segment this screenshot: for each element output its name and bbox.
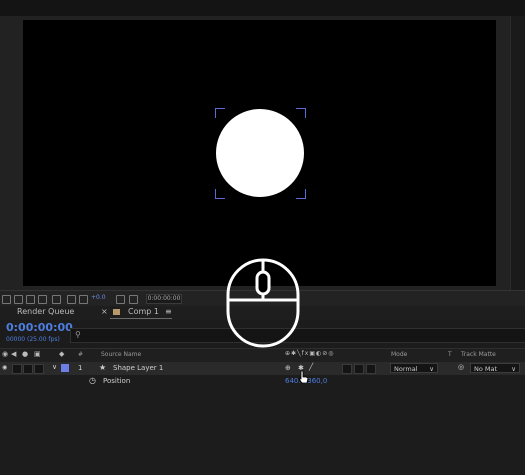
tab-comp-1[interactable]: Comp 1 [128,307,159,316]
channel-icon[interactable] [52,295,61,304]
show-snapshot-icon[interactable] [129,295,138,304]
mouse-icon [226,258,300,348]
property-name: Position [103,377,131,385]
mode-dropdown[interactable]: Normal ∨ [390,363,438,373]
selection-corner-br [296,189,306,199]
current-timecode[interactable]: 0:00:00:00 [6,321,73,334]
track-matte-dropdown[interactable]: No Mat ∨ [470,363,520,373]
viewer-top-bar [0,0,525,17]
resolution-icon[interactable] [67,295,76,304]
property-row [0,375,525,388]
column-mode[interactable]: Mode [391,351,407,358]
chevron-down-icon[interactable]: ∨ [52,363,57,371]
tab-render-queue[interactable]: Render Queue [17,307,74,316]
comp-icon [113,309,120,315]
switches-icons: ⊕✱╲fx▣◐⊘◎ [285,350,335,357]
column-track-matte[interactable]: Track Matte [461,351,496,358]
layer-index: 1 [78,364,83,372]
audio-switch[interactable] [12,364,22,374]
speaker-icon[interactable]: ◀ [11,350,16,358]
column-source-name[interactable]: Source Name [101,351,141,358]
tab-comp-underline [110,318,172,319]
timeline-body [0,388,525,475]
motion-blur-switch[interactable] [354,364,364,374]
camera-icon[interactable] [116,295,125,304]
shy-switch[interactable]: ⊕ [285,364,291,372]
mask-visibility-icon[interactable] [38,295,47,304]
region-icon[interactable] [14,295,23,304]
cursor-icon [298,370,309,384]
star-icon: ★ [99,363,107,372]
transparency-grid-icon[interactable] [26,295,35,304]
chevron-down-icon: ∨ [511,365,516,373]
column-t: T [448,351,452,358]
lock-icon[interactable]: ▣ [34,350,41,358]
selection-corner-tl [215,108,225,118]
panel-menu-icon[interactable]: ≡ [165,307,172,316]
selection-corner-tr [296,108,306,118]
lock-switch[interactable] [34,364,44,374]
close-tab-icon[interactable]: × [101,307,108,316]
layer-name[interactable]: Shape Layer 1 [113,364,163,372]
eye-icon[interactable]: ◉ [2,350,8,358]
solo-icon[interactable]: ● [22,350,28,358]
layer-label-color[interactable] [61,364,69,372]
adjustment-switch[interactable] [366,364,376,374]
preserve-transparency-icon[interactable]: ◎ [458,363,464,371]
chevron-down-icon: ∨ [429,365,434,373]
magnify-label[interactable]: +0.0 [91,294,106,301]
layer-visibility-icon[interactable]: ◉ [2,364,7,371]
selection-corner-bl [215,189,225,199]
fx-switch[interactable] [342,364,352,374]
column-number: # [78,351,84,358]
circle-shape-layer[interactable] [216,109,304,197]
label-icon[interactable]: ◆ [59,350,64,358]
search-icon: ⚲ [75,330,81,339]
fast-preview-icon[interactable] [79,295,88,304]
current-time-display[interactable]: 0:00:00:00 [146,294,182,304]
track-matte-value: No Mat [474,365,498,373]
frame-rate-info: 00000 (25.00 fps) [6,336,60,343]
grid-icon[interactable] [2,295,11,304]
viewer-right-edge [510,16,525,290]
mode-value: Normal [394,365,418,373]
solo-switch[interactable] [23,364,33,374]
stopwatch-icon[interactable]: ◷ [89,376,96,385]
